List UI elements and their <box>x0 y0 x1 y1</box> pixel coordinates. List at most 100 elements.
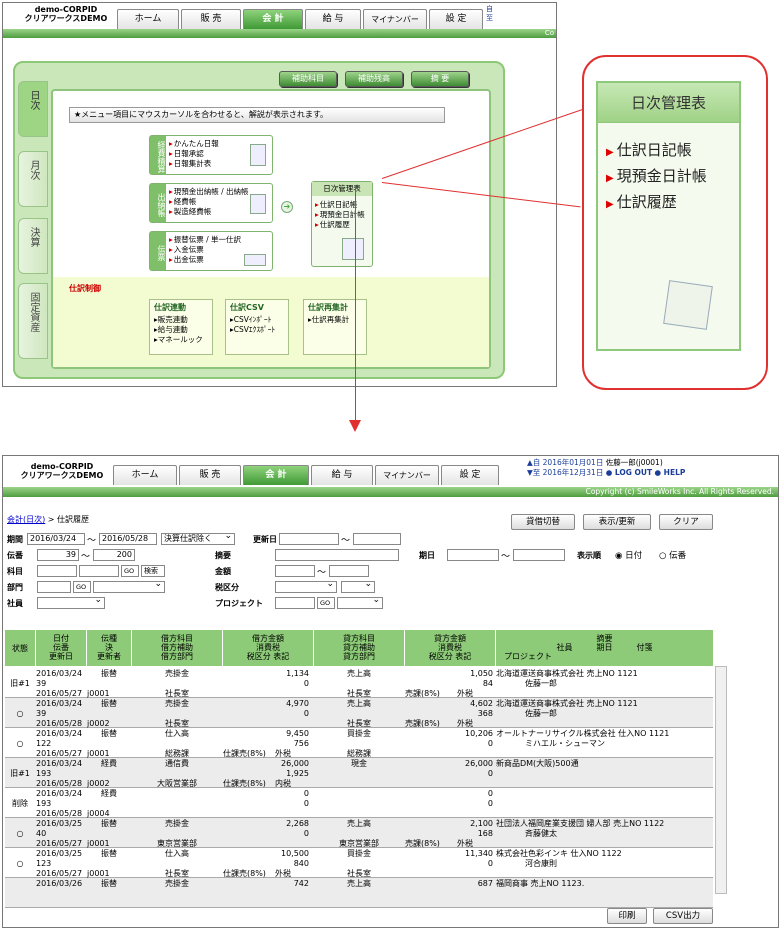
table-cell-crtax: 0 <box>487 739 493 748</box>
account-go-button[interactable]: GO <box>121 565 139 577</box>
voucher-from-input[interactable]: 39 <box>37 549 79 561</box>
account-name-input[interactable] <box>79 565 119 577</box>
period-to-input[interactable]: 2016/05/28 <box>99 533 157 545</box>
menu-item-journal[interactable]: 仕訳日記帳 <box>315 200 358 210</box>
logout-link[interactable]: ● LOG OUT <box>606 468 652 477</box>
col-status: 状態 <box>5 630 35 666</box>
tab-accounting[interactable]: 会 計 <box>243 9 303 29</box>
account-search-button[interactable]: 検索 <box>141 565 165 577</box>
tab-mynumber[interactable]: マイナンバー <box>363 9 427 29</box>
amount-to-input[interactable] <box>329 565 369 577</box>
control-item[interactable]: ▸仕訳再集計 <box>304 315 366 325</box>
update-from-input[interactable] <box>279 533 339 545</box>
refresh-button[interactable]: 表示/更新 <box>583 514 651 530</box>
menu-item[interactable]: 経費帳 <box>169 197 197 207</box>
table-row[interactable]: ○ 2016/03/24 122 2016/05/27 振替 j0001 仕入高 総務課 9,4… <box>5 728 713 758</box>
side-tab-fixed-assets[interactable]: 固定資産 <box>18 283 48 359</box>
switch-button[interactable]: 貸借切替 <box>511 514 575 530</box>
table-cell-memo: 北海道運送商事株式会社 売上NO 1121 <box>496 669 638 678</box>
sub-account-button[interactable]: 補助科目 <box>279 71 337 87</box>
table-cell-cramt: 11,340 <box>465 849 493 858</box>
table-row[interactable]: 2016/03/26 振替 売掛金 742 売上高 687 福岡商事 売上NO 1123. <box>5 878 713 908</box>
tab-payroll[interactable]: 給 与 <box>311 465 373 485</box>
sub-balance-button[interactable]: 補助残高 <box>345 71 403 87</box>
period-from-input[interactable]: 2016/03/24 <box>27 533 85 545</box>
table-row[interactable]: 旧#1 2016/03/24 193 2016/05/28 経費 j0002 通信費 大阪営業… <box>5 758 713 788</box>
table-cell-drdept: 社長室 <box>165 869 189 878</box>
control-item[interactable]: ▸給与連動 <box>150 325 212 335</box>
tab-mynumber[interactable]: マイナンバー <box>375 465 439 485</box>
col-credit-amount: 貸方金額 消費税 税区分 表記 <box>405 630 495 666</box>
table-cell-user: j0001 <box>87 749 110 758</box>
tax-select[interactable] <box>275 581 337 593</box>
control-item[interactable]: ▸CSVｲﾝﾎﾟｰﾄ <box>226 315 288 325</box>
table-scrollbar[interactable] <box>715 666 727 894</box>
menu-item[interactable]: 振替伝票 / 単一仕訳 <box>169 235 241 245</box>
summary-input[interactable] <box>275 549 399 561</box>
menu-item[interactable]: 入金伝票 <box>169 245 204 255</box>
table-cell-cramt: 10,206 <box>465 729 493 738</box>
summary-button[interactable]: 摘 要 <box>411 71 469 87</box>
clear-button[interactable]: クリア <box>659 514 713 530</box>
menu-item-history[interactable]: 仕訳履歴 <box>315 220 350 230</box>
csv-export-button[interactable]: CSV出力 <box>653 908 713 924</box>
table-row[interactable]: 旧#1 2016/03/24 39 2016/05/27 振替 j0001 売掛金 社長室 1,… <box>5 668 713 698</box>
staff-select[interactable] <box>37 597 105 609</box>
project-select[interactable] <box>337 597 383 609</box>
menu-item[interactable]: 日報承認 <box>169 149 204 159</box>
table-cell-memo: 福岡商事 売上NO 1123. <box>496 879 585 888</box>
table-cell-staff: 佐藤一郎 <box>525 679 557 688</box>
voucher-to-input[interactable]: 200 <box>93 549 135 561</box>
update-to-input[interactable] <box>353 533 401 545</box>
project-code-input[interactable] <box>275 597 315 609</box>
menu-item[interactable]: 現預金出納帳 / 出納帳 <box>169 187 249 197</box>
due-from-input[interactable] <box>447 549 499 561</box>
account-code-input[interactable] <box>37 565 77 577</box>
side-tab-closing[interactable]: 決算 <box>18 218 48 274</box>
tab-settings[interactable]: 設 定 <box>441 465 499 485</box>
table-row[interactable]: ○ 2016/03/25 123 2016/05/27 振替 j0001 仕入高 社長室 10,… <box>5 848 713 878</box>
table-cell-drdept: 社長室 <box>165 689 189 698</box>
tab-home[interactable]: ホーム <box>117 9 179 29</box>
table-cell-dr: 売掛金 <box>165 819 189 828</box>
print-button[interactable]: 印刷 <box>607 908 647 924</box>
amount-from-input[interactable] <box>275 565 315 577</box>
order-radio-date[interactable]: ◉ 日付 <box>615 549 642 561</box>
side-tab-daily[interactable]: 日次 <box>18 81 48 137</box>
table-cell-cr: 現金 <box>351 759 367 768</box>
side-tab-monthly[interactable]: 月次 <box>18 151 48 207</box>
breadcrumb-link[interactable]: 会計(日次) <box>7 515 45 524</box>
order-radio-voucher[interactable]: ○ 伝番 <box>659 549 686 561</box>
period-option-select[interactable]: 決算仕訳除く <box>161 533 235 545</box>
menu-item[interactable]: 出金伝票 <box>169 255 204 265</box>
control-item[interactable]: ▸CSVｴｸｽﾎﾟｰﾄ <box>226 325 288 335</box>
dept-select[interactable] <box>93 581 165 593</box>
tab-accounting[interactable]: 会 計 <box>243 465 309 485</box>
table-row[interactable]: 削除 2016/03/24 193 2016/05/28 経費 j0004 0 0 0 0 <box>5 788 713 818</box>
control-item[interactable]: ▸マネールック <box>150 335 212 345</box>
project-go-button[interactable]: GO <box>317 597 335 609</box>
col-credit-account: 貸方科目 貸方補助 貸方部門 <box>314 630 404 666</box>
dept-go-button[interactable]: GO <box>73 581 91 593</box>
tab-settings[interactable]: 設 定 <box>429 9 483 29</box>
dept-code-input[interactable] <box>37 581 71 593</box>
tax-mark-select[interactable] <box>341 581 375 593</box>
table-cell-crtaxcls: 売課(8%) <box>405 689 440 698</box>
menu-item[interactable]: 製造経費帳 <box>169 207 212 217</box>
menu-item[interactable]: 日報集計表 <box>169 159 212 169</box>
callout-title: 日次管理表 <box>598 83 739 123</box>
tab-sales[interactable]: 販 売 <box>181 9 241 29</box>
menu-item-cashdaily[interactable]: 現預金日計帳 <box>315 210 365 220</box>
tab-home[interactable]: ホーム <box>113 465 177 485</box>
table-row[interactable]: ○ 2016/03/24 39 2016/05/28 振替 j0002 売掛金 社長室 4,97… <box>5 698 713 728</box>
due-to-input[interactable] <box>513 549 565 561</box>
table-cell-dr: 仕入高 <box>165 729 189 738</box>
help-link[interactable]: ● HELP <box>655 468 686 477</box>
tab-payroll[interactable]: 給 与 <box>305 9 361 29</box>
table-row[interactable]: ○ 2016/03/25 40 2016/05/27 振替 j0001 売掛金 東京営業部 2,… <box>5 818 713 848</box>
table-cell-date: 2016/03/26 <box>36 879 83 888</box>
table-cell-crtaxcls: 売課(8%) <box>405 719 440 728</box>
tab-sales[interactable]: 販 売 <box>179 465 241 485</box>
control-item[interactable]: ▸販売連動 <box>150 315 212 325</box>
menu-item[interactable]: かんたん日報 <box>169 139 219 149</box>
